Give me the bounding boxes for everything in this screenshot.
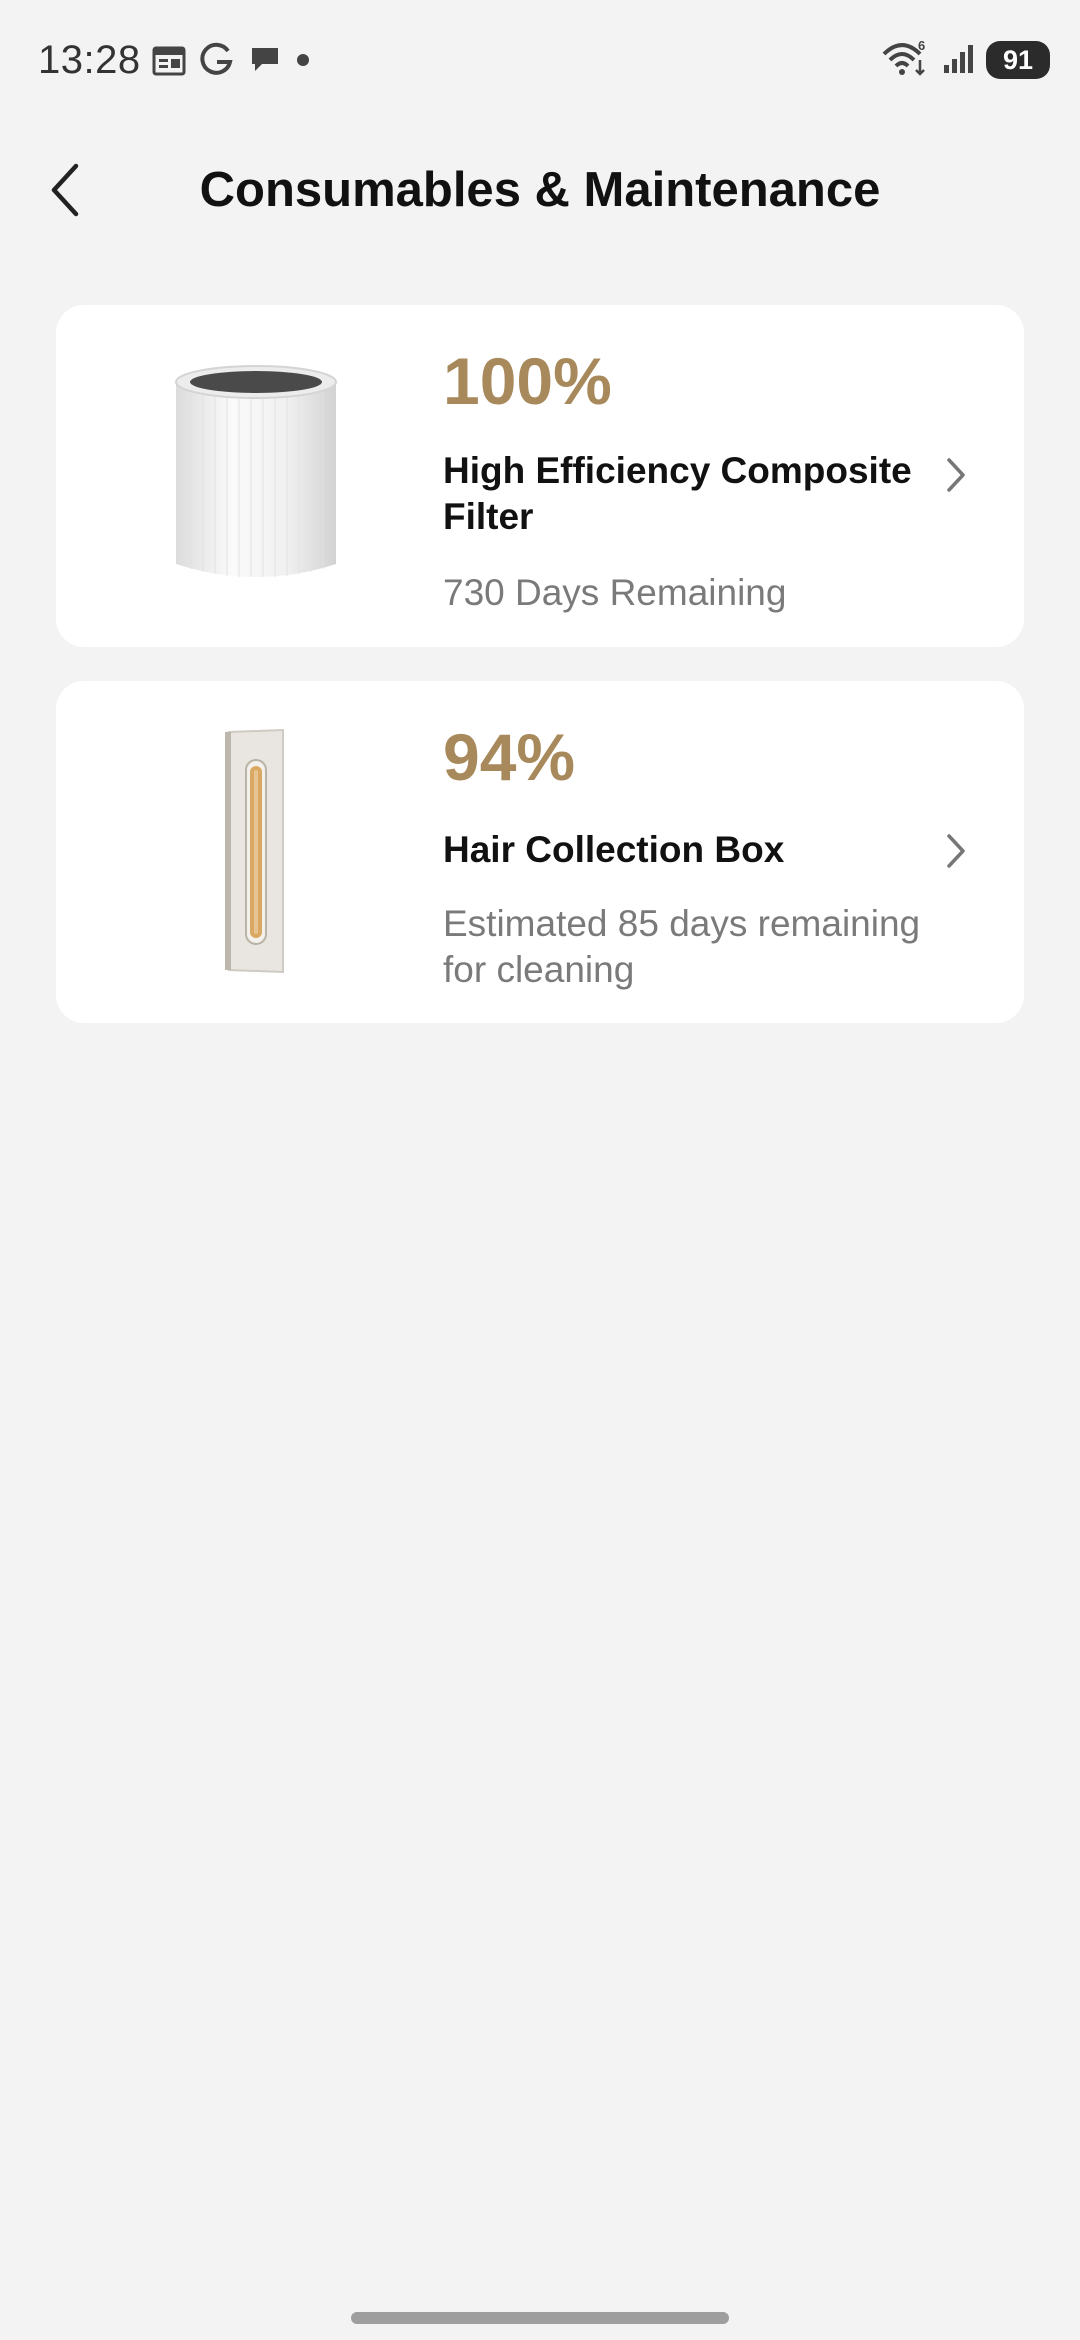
chevron-right-icon (938, 450, 974, 500)
filter-status: 730 Days Remaining (443, 572, 787, 613)
notification-icons (152, 42, 310, 82)
battery-level: 91 (1002, 44, 1034, 75)
calendar-icon (152, 44, 186, 81)
battery-icon: 91 (986, 41, 1050, 79)
filter-name: High Efficiency Composite Filter (443, 450, 912, 537)
page-title: Consumables & Maintenance (199, 163, 881, 217)
chat-bubble-icon (248, 44, 282, 81)
hair-box-name: Hair Collection Box (443, 829, 785, 870)
svg-text:6: 6 (918, 38, 925, 53)
status-bar: 13:28 6 91 (0, 0, 1080, 120)
consumable-card-hair-box[interactable]: 94% Hair Collection Box Estimated 85 day… (56, 681, 1024, 1023)
chevron-right-icon (938, 826, 974, 876)
hair-box-percent: 94% (443, 720, 576, 794)
hair-box-image (116, 728, 396, 974)
home-indicator[interactable] (351, 2312, 729, 2324)
g-logo-icon (200, 42, 234, 83)
signal-icon (942, 41, 976, 80)
status-time: 13:28 (38, 38, 141, 82)
filter-percent: 100% (443, 344, 612, 418)
consumable-card-filter[interactable]: 100% High Efficiency Composite Filter 73… (56, 305, 1024, 647)
wifi-icon: 6 (880, 38, 932, 83)
page-header: Consumables & Maintenance (0, 140, 1080, 240)
filter-image (116, 355, 396, 595)
hair-box-status: Estimated 85 days remaining for cleaning (443, 903, 921, 990)
dot-icon (296, 53, 310, 72)
system-icons: 6 91 (880, 38, 1050, 82)
